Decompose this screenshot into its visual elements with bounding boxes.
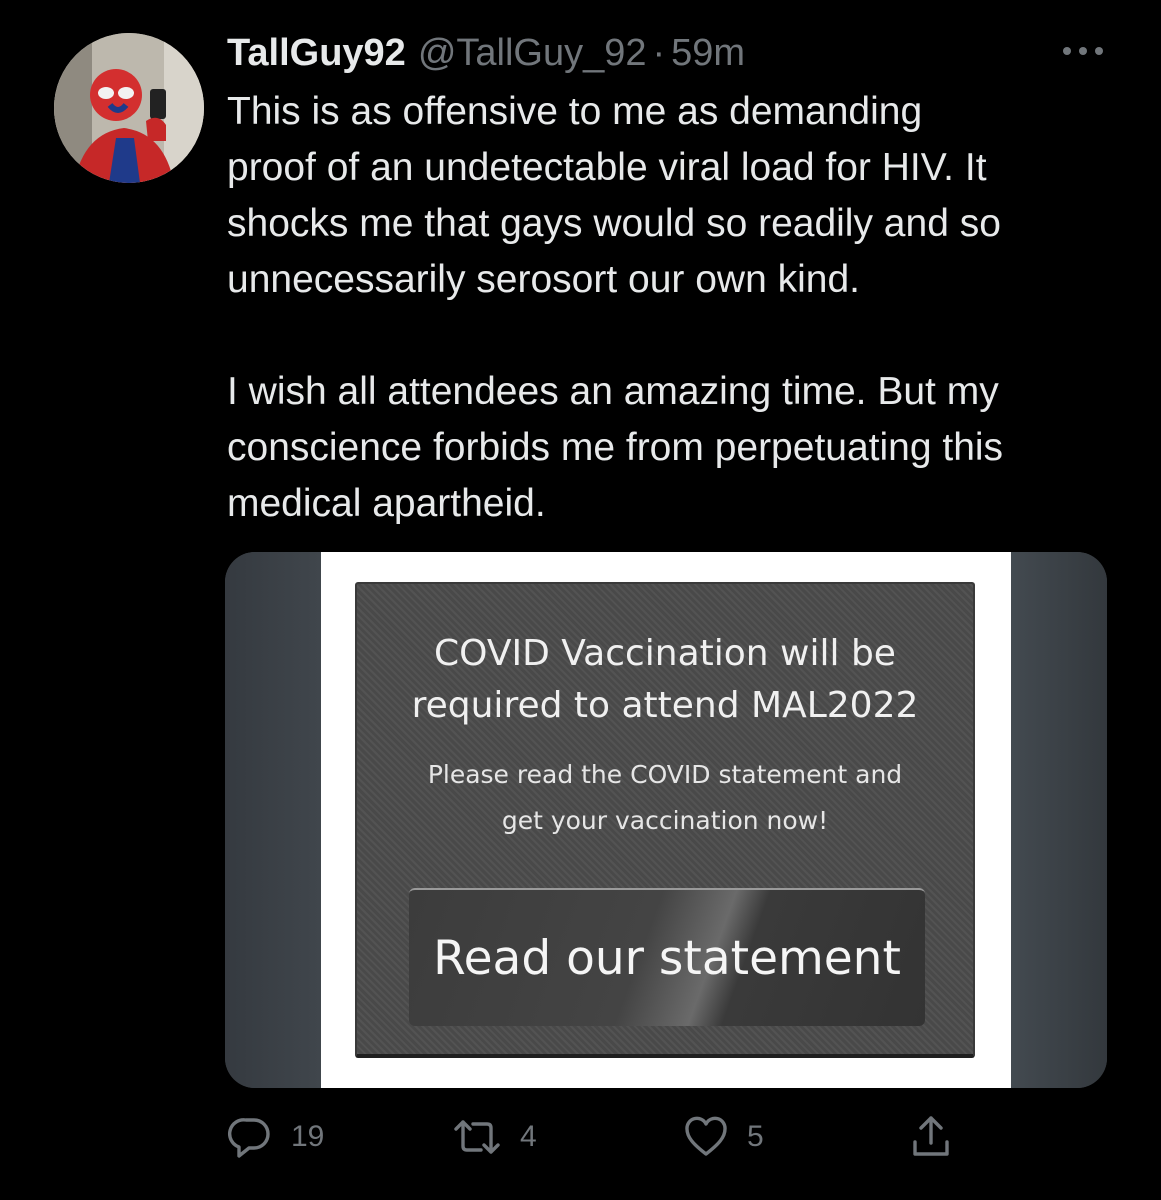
read-statement-button: Read our statement — [409, 888, 925, 1026]
timestamp[interactable]: 59m — [671, 28, 745, 78]
tweet: TallGuy92 @TallGuy_92 · 59m This is as o… — [0, 0, 1161, 1200]
retweet-icon — [454, 1120, 500, 1154]
covid-notice-subtext: Please read the COVID statement and get … — [427, 760, 903, 835]
reply-button[interactable]: 19 — [227, 1110, 324, 1164]
media-right-border — [1011, 552, 1107, 1088]
heart-icon — [685, 1116, 727, 1156]
tweet-actions: 19 4 5 — [0, 1110, 1161, 1164]
share-icon — [913, 1116, 949, 1156]
header-separator: · — [652, 32, 666, 74]
user-handle[interactable]: @TallGuy_92 — [418, 28, 647, 78]
media-screenshot: COVID Vaccination will be required to at… — [321, 552, 1011, 1088]
like-count: 5 — [747, 1120, 764, 1153]
tweet-header: TallGuy92 @TallGuy_92 · 59m — [227, 28, 745, 78]
more-dots-icon[interactable] — [1058, 38, 1108, 64]
retweet-count: 4 — [520, 1120, 537, 1153]
avatar-image — [54, 33, 204, 183]
share-button[interactable] — [908, 1110, 954, 1164]
tweet-media[interactable]: COVID Vaccination will be required to at… — [225, 552, 1107, 1088]
display-name[interactable]: TallGuy92 — [227, 28, 406, 78]
retweet-button[interactable]: 4 — [452, 1110, 537, 1164]
media-left-border — [225, 552, 321, 1088]
tweet-text: This is as offensive to me as demanding … — [227, 90, 1004, 525]
covid-notice-card: COVID Vaccination will be required to at… — [355, 582, 975, 1058]
avatar[interactable] — [54, 33, 204, 183]
like-button[interactable]: 5 — [683, 1110, 764, 1164]
covid-notice-headline: COVID Vaccination will be required to at… — [411, 633, 919, 726]
reply-bubble-icon — [228, 1118, 270, 1158]
reply-count: 19 — [291, 1120, 325, 1153]
